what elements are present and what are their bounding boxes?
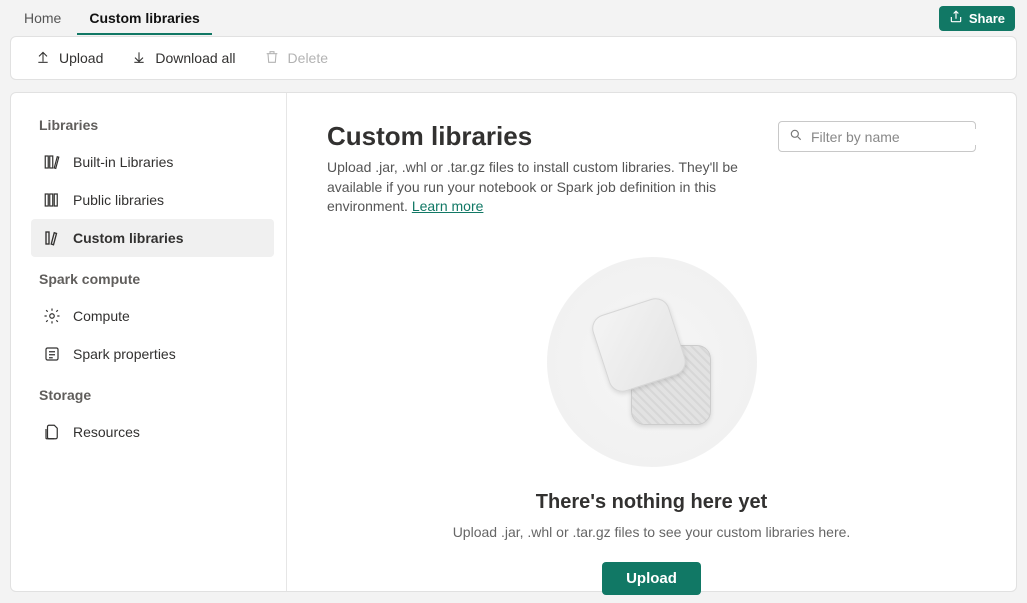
file-icon bbox=[43, 423, 61, 441]
empty-state-artwork bbox=[547, 257, 757, 467]
toolbar: Upload Download all Delete bbox=[10, 36, 1017, 80]
sidebar-item-compute[interactable]: Compute bbox=[31, 297, 274, 335]
empty-state: There's nothing here yet Upload .jar, .w… bbox=[327, 257, 976, 595]
sidebar-item-label: Spark properties bbox=[73, 346, 176, 362]
sidebar-section-storage-title: Storage bbox=[39, 387, 266, 403]
tab-custom-libraries[interactable]: Custom libraries bbox=[77, 2, 211, 35]
sidebar-item-label: Built-in Libraries bbox=[73, 154, 173, 170]
sidebar-item-custom-libraries[interactable]: Custom libraries bbox=[31, 219, 274, 257]
download-icon bbox=[131, 49, 147, 68]
sidebar: Libraries Built-in Libraries Public libr… bbox=[11, 93, 287, 591]
header-tabs: Home Custom libraries bbox=[12, 2, 212, 35]
books-icon bbox=[43, 191, 61, 209]
toolbar-upload-button[interactable]: Upload bbox=[29, 45, 109, 72]
tab-home[interactable]: Home bbox=[12, 2, 73, 35]
sidebar-item-public-libraries[interactable]: Public libraries bbox=[31, 181, 274, 219]
sidebar-item-label: Resources bbox=[73, 424, 140, 440]
page-description: Upload .jar, .whl or .tar.gz files to in… bbox=[327, 158, 754, 217]
sidebar-section-libraries-title: Libraries bbox=[39, 117, 266, 133]
upload-icon bbox=[35, 49, 51, 68]
toolbar-download-label: Download all bbox=[155, 50, 235, 66]
list-icon bbox=[43, 345, 61, 363]
toolbar-delete-button: Delete bbox=[258, 45, 334, 72]
toolbar-upload-label: Upload bbox=[59, 50, 103, 66]
gear-icon bbox=[43, 307, 61, 325]
empty-title: There's nothing here yet bbox=[536, 491, 767, 514]
books-icon bbox=[43, 153, 61, 171]
sidebar-item-label: Custom libraries bbox=[73, 230, 183, 246]
page-description-text: Upload .jar, .whl or .tar.gz files to in… bbox=[327, 159, 738, 214]
learn-more-link[interactable]: Learn more bbox=[412, 198, 484, 214]
toolbar-delete-label: Delete bbox=[288, 50, 328, 66]
share-button[interactable]: Share bbox=[939, 6, 1015, 31]
sidebar-item-label: Compute bbox=[73, 308, 130, 324]
search-icon bbox=[789, 128, 803, 145]
sidebar-item-builtin-libraries[interactable]: Built-in Libraries bbox=[31, 143, 274, 181]
filter-input-wrapper[interactable] bbox=[778, 121, 976, 152]
sidebar-section-spark-title: Spark compute bbox=[39, 271, 266, 287]
sidebar-item-resources[interactable]: Resources bbox=[31, 413, 274, 451]
toolbar-download-button[interactable]: Download all bbox=[125, 45, 241, 72]
empty-subtitle: Upload .jar, .whl or .tar.gz files to se… bbox=[453, 524, 851, 540]
share-label: Share bbox=[969, 11, 1005, 26]
sidebar-item-label: Public libraries bbox=[73, 192, 164, 208]
sidebar-item-spark-properties[interactable]: Spark properties bbox=[31, 335, 274, 373]
page-title: Custom libraries bbox=[327, 121, 754, 152]
empty-upload-button[interactable]: Upload bbox=[602, 562, 701, 595]
trash-icon bbox=[264, 49, 280, 68]
share-icon bbox=[949, 10, 963, 27]
filter-input[interactable] bbox=[811, 129, 992, 145]
books-icon bbox=[43, 229, 61, 247]
